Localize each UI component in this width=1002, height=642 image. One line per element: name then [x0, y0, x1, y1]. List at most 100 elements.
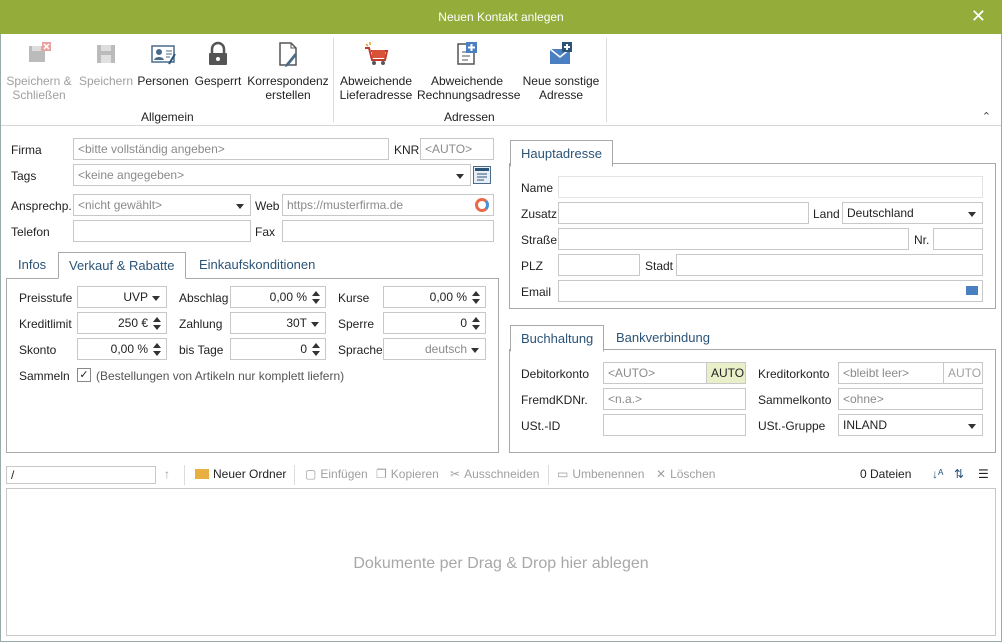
save-button[interactable]: Speichern: [77, 40, 135, 88]
name-label: Name: [521, 181, 554, 195]
persons-icon: [151, 45, 176, 65]
alt-delivery-button[interactable]: Abweichende Lieferadresse: [337, 40, 415, 102]
tab-bank[interactable]: Bankverbindung: [606, 325, 720, 352]
envelope-add-icon: [549, 42, 572, 64]
ust-input[interactable]: [603, 414, 746, 436]
fax-input[interactable]: [282, 220, 494, 242]
save-close-button[interactable]: Speichern & Schließen: [5, 40, 73, 102]
other-address-label-1: Neue sonstige: [522, 74, 600, 88]
drop-zone[interactable]: Dokumente per Drag & Drop hier ablegen: [6, 488, 996, 636]
save-label: Speichern: [78, 74, 134, 88]
new-folder-button[interactable]: Neuer Ordner: [195, 467, 286, 481]
ustgruppe-select[interactable]: INLAND: [838, 414, 983, 436]
tags-select[interactable]: <keine angegeben>: [73, 164, 471, 186]
tab-accounting[interactable]: Buchhaltung: [510, 325, 605, 352]
tab-purchase[interactable]: Einkaufskonditionen: [189, 252, 325, 279]
kurse-spinner[interactable]: 0,00 %: [383, 286, 486, 308]
group-addresses-label: Adressen: [444, 110, 495, 124]
sperre-spinner[interactable]: 0: [383, 312, 486, 334]
up-icon[interactable]: ↑: [164, 467, 170, 481]
land-select[interactable]: Deutschland: [842, 202, 983, 224]
sammeln-checkbox[interactable]: ✓: [77, 368, 91, 382]
alt-delivery-label-2: Lieferadresse: [339, 88, 413, 102]
billing-icon: [457, 42, 477, 65]
sort-toggle-icon[interactable]: ⇅: [954, 467, 964, 481]
paste-button[interactable]: ▢ Einfügen: [305, 467, 368, 481]
telefon-input[interactable]: [73, 220, 251, 242]
debitor-input[interactable]: <AUTO>: [603, 362, 707, 384]
lock-icon: [209, 41, 227, 65]
stadt-input[interactable]: [676, 254, 983, 276]
rename-button[interactable]: ▭ Umbenennen: [557, 467, 644, 481]
delete-label: Löschen: [670, 467, 716, 481]
kreditlimit-spinner[interactable]: 250 €: [77, 312, 167, 334]
kreditor-input[interactable]: <bleibt leer>: [838, 362, 944, 384]
tags-edit-icon[interactable]: [473, 166, 491, 184]
paste-icon: ▢: [305, 467, 317, 481]
correspondence-button[interactable]: Korrespondenz erstellen: [246, 40, 330, 102]
collapse-ribbon-icon[interactable]: ⌃: [982, 110, 991, 123]
nr-input[interactable]: [933, 228, 983, 250]
window-title: Neuen Kontakt anlegen: [438, 10, 564, 24]
copy-icon: ❐: [376, 467, 387, 481]
web-label: Web: [255, 199, 280, 213]
bistage-spinner[interactable]: 0: [230, 338, 326, 360]
firma-input[interactable]: <bitte vollständig angeben>: [73, 138, 389, 160]
sprache-select[interactable]: deutsch: [383, 338, 486, 360]
kurse-label: Kurse: [338, 291, 370, 305]
name-input[interactable]: [558, 176, 983, 198]
debitor-auto-button[interactable]: AUTO: [706, 362, 746, 384]
path-input[interactable]: /: [6, 466, 156, 484]
abschlag-spinner[interactable]: 0,00 %: [230, 286, 326, 308]
tab-sales[interactable]: Verkauf & Rabatte: [58, 252, 186, 279]
strasse-input[interactable]: [558, 228, 909, 250]
alt-billing-button[interactable]: Abweichende Rechnungsadresse: [417, 40, 520, 102]
copy-button[interactable]: ❐ Kopieren: [376, 467, 439, 481]
tab-infos[interactable]: Infos: [8, 252, 56, 279]
sammelkonto-input[interactable]: <ohne>: [838, 388, 983, 410]
sort-az-icon[interactable]: ↓ᴬ: [932, 467, 943, 481]
delivery-cart-icon: [365, 42, 389, 65]
plz-input[interactable]: [558, 254, 640, 276]
ansprech-label: Ansprechp.: [11, 199, 72, 213]
paste-label: Einfügen: [320, 467, 368, 481]
email-input[interactable]: [558, 280, 983, 302]
zusatz-input[interactable]: [558, 202, 809, 224]
tab-main-address[interactable]: Hauptadresse: [510, 140, 613, 167]
sammeln-label: Sammeln: [19, 369, 70, 383]
kreditlimit-label: Kreditlimit: [19, 317, 72, 331]
bistage-label: bis Tage: [179, 343, 224, 357]
preisstufe-select[interactable]: UVP: [77, 286, 167, 308]
persons-label: Personen: [137, 74, 189, 88]
tags-label: Tags: [11, 169, 37, 183]
telefon-label: Telefon: [11, 225, 50, 239]
kreditor-label: Kreditorkonto: [758, 367, 830, 381]
sammelkonto-label: Sammelkonto: [758, 393, 832, 407]
ribbon-separator: [606, 38, 607, 122]
web-input[interactable]: https://musterfirma.de: [282, 194, 494, 216]
fremd-input[interactable]: <n.a.>: [603, 388, 746, 410]
close-icon[interactable]: ✕: [971, 7, 986, 25]
sprache-label: Sprache: [338, 343, 383, 357]
delete-button[interactable]: ✕ Löschen: [656, 467, 715, 481]
locked-button[interactable]: Gesperrt: [192, 40, 244, 88]
toolbar-separator: [184, 465, 185, 485]
correspondence-label-1: Korrespondenz: [247, 74, 329, 88]
skonto-spinner[interactable]: 0,00 %: [77, 338, 167, 360]
toolbar-separator: [294, 465, 295, 485]
locked-label: Gesperrt: [194, 74, 242, 88]
cut-button[interactable]: ✂ Ausschneiden: [450, 467, 539, 481]
other-address-button[interactable]: Neue sonstige Adresse: [520, 40, 602, 102]
zahlung-label: Zahlung: [179, 317, 223, 331]
mail-icon[interactable]: [966, 286, 978, 295]
rename-label: Umbenennen: [572, 467, 645, 481]
alt-delivery-label-1: Abweichende: [339, 74, 413, 88]
browser-icon[interactable]: [475, 198, 489, 212]
list-view-icon[interactable]: ☰: [978, 467, 989, 481]
knr-input[interactable]: <AUTO>: [420, 138, 494, 160]
scissors-icon: ✂: [450, 467, 461, 481]
kreditor-auto-button[interactable]: AUTO: [943, 362, 983, 384]
persons-button[interactable]: Personen: [137, 40, 189, 88]
zahlung-select[interactable]: 30T: [230, 312, 326, 334]
ansprech-select[interactable]: <nicht gewählt>: [73, 194, 251, 216]
